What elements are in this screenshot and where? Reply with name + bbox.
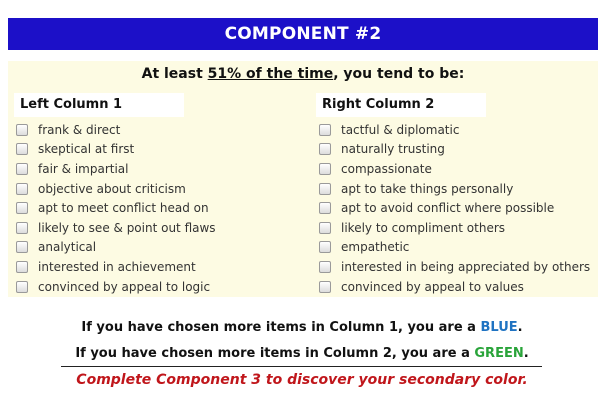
- right-column-item[interactable]: compassionate: [319, 159, 590, 179]
- divider-line: [61, 366, 542, 367]
- left-column-item[interactable]: fair & impartial: [16, 159, 216, 179]
- result-2-prefix: If you have chosen more items in Column …: [75, 346, 475, 361]
- left-column-item-label: objective about criticism: [38, 181, 186, 196]
- left-column-item-label: frank & direct: [38, 122, 121, 137]
- right-column-item[interactable]: likely to compliment others: [319, 218, 590, 238]
- right-column-item-label: interested in being appreciated by other…: [341, 259, 591, 274]
- right-column-item-label: likely to compliment others: [341, 220, 506, 235]
- right-column-item[interactable]: apt to take things personally: [319, 179, 590, 199]
- checkbox-icon[interactable]: [16, 221, 28, 234]
- component-title: COMPONENT #2: [224, 24, 382, 44]
- left-column-item[interactable]: skeptical at first: [16, 140, 216, 160]
- right-column-item-label: apt to avoid conflict where possible: [341, 201, 555, 216]
- left-column-list: frank & direct skeptical at first fair & i…: [16, 120, 216, 296]
- right-column-item-label: apt to take things personally: [341, 181, 514, 196]
- left-column-item[interactable]: frank & direct: [16, 120, 216, 140]
- intro-text: At least 51% of the time, you tend to be…: [8, 66, 598, 82]
- right-column-item-label: naturally trusting: [341, 142, 445, 157]
- left-column-item-label: likely to see & point out flaws: [38, 220, 216, 235]
- left-column-item-label: convinced by appeal to logic: [38, 279, 211, 294]
- right-column-item-label: compassionate: [341, 161, 432, 176]
- left-column-item[interactable]: analytical: [16, 238, 216, 258]
- result-line-2: If you have chosen more items in Column …: [0, 346, 604, 361]
- checkbox-icon[interactable]: [16, 241, 28, 254]
- cta-text: Complete Component 3 to discover your se…: [76, 372, 528, 388]
- right-column-item-label: tactful & diplomatic: [341, 122, 460, 137]
- right-column-item-label: convinced by appeal to values: [341, 279, 524, 294]
- component-header: COMPONENT #2: [8, 18, 598, 50]
- checkbox-icon[interactable]: [319, 241, 331, 254]
- left-column-item-label: skeptical at first: [38, 142, 135, 157]
- checkbox-icon[interactable]: [319, 280, 331, 293]
- left-column-item[interactable]: likely to see & point out flaws: [16, 218, 216, 238]
- questionnaire-panel: At least 51% of the time, you tend to be…: [8, 61, 598, 297]
- left-column-item[interactable]: interested in achievement: [16, 257, 216, 277]
- left-column-item-label: analytical: [38, 240, 97, 255]
- left-column-item-label: fair & impartial: [38, 161, 129, 176]
- checkbox-icon[interactable]: [16, 123, 28, 136]
- left-column-item[interactable]: convinced by appeal to logic: [16, 277, 216, 297]
- left-column-item-label: interested in achievement: [38, 259, 196, 274]
- intro-suffix: , you tend to be:: [333, 66, 465, 82]
- right-column-item[interactable]: interested in being appreciated by other…: [319, 257, 590, 277]
- right-column-item[interactable]: convinced by appeal to values: [319, 277, 590, 297]
- left-column-item-label: apt to meet conflict head on: [38, 201, 209, 216]
- intro-prefix: At least: [141, 66, 208, 82]
- checkbox-icon[interactable]: [16, 143, 28, 156]
- right-column-item[interactable]: tactful & diplomatic: [319, 120, 590, 140]
- checkbox-icon[interactable]: [319, 221, 331, 234]
- checkbox-icon[interactable]: [319, 260, 331, 273]
- intro-emphasis: 51% of the time: [207, 66, 334, 82]
- right-column-item[interactable]: apt to avoid conflict where possible: [319, 198, 590, 218]
- checkbox-icon[interactable]: [16, 260, 28, 273]
- result-2-suffix: .: [523, 346, 529, 361]
- checkbox-icon[interactable]: [16, 280, 28, 293]
- right-column-item[interactable]: empathetic: [319, 238, 590, 258]
- checkbox-icon[interactable]: [319, 143, 331, 156]
- left-column-item[interactable]: objective about criticism: [16, 179, 216, 199]
- right-column-list: tactful & diplomatic naturally trusting co…: [319, 120, 590, 296]
- checkbox-icon[interactable]: [16, 162, 28, 175]
- result-1-prefix: If you have chosen more items in Column …: [81, 320, 481, 335]
- checkbox-icon[interactable]: [319, 182, 331, 195]
- checkbox-icon[interactable]: [16, 182, 28, 195]
- checkbox-icon[interactable]: [16, 202, 28, 215]
- checkbox-icon[interactable]: [319, 202, 331, 215]
- left-column-item[interactable]: apt to meet conflict head on: [16, 198, 216, 218]
- right-column-item[interactable]: naturally trusting: [319, 140, 590, 160]
- result-2-color-word: GREEN: [474, 346, 524, 361]
- right-column-title: Right Column 2: [316, 93, 486, 117]
- checkbox-icon[interactable]: [319, 162, 331, 175]
- result-line-1: If you have chosen more items in Column …: [0, 320, 604, 335]
- result-1-color-word: BLUE: [480, 320, 518, 335]
- checkbox-icon[interactable]: [319, 123, 331, 136]
- left-column-title: Left Column 1: [14, 93, 184, 117]
- right-column-item-label: empathetic: [341, 240, 410, 255]
- result-1-suffix: .: [517, 320, 523, 335]
